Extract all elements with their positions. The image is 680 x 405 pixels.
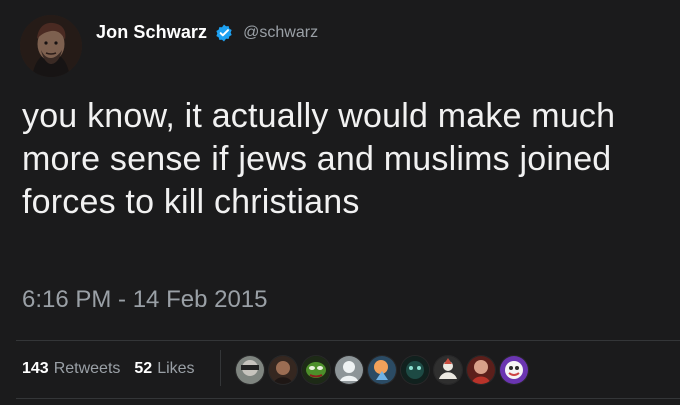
liker-avatar[interactable] [368, 356, 396, 384]
likes-label: Likes [157, 360, 195, 377]
likes-count: 52 [134, 360, 153, 377]
liker-avatar[interactable] [434, 356, 462, 384]
retweets-label: Retweets [53, 360, 121, 377]
likes-stat[interactable]: 52 Likes [134, 360, 194, 378]
tweet-timestamp[interactable]: 6:16 PM - 14 Feb 2015 [22, 286, 267, 314]
retweets-count: 143 [22, 360, 49, 377]
likers-avatar-strip [236, 355, 528, 385]
stats-separator [220, 350, 221, 386]
liker-avatar[interactable] [500, 356, 528, 384]
liker-avatar[interactable] [269, 356, 297, 384]
author-avatar[interactable] [20, 15, 82, 77]
engagement-stats: 143 Retweets 52 Likes [22, 360, 195, 378]
verified-badge-icon [214, 23, 234, 43]
author-handle[interactable]: @schwarz [243, 24, 318, 42]
liker-avatar[interactable] [401, 356, 429, 384]
tweet-card: Jon Schwarz @schwarz you know, it actual… [0, 0, 680, 405]
tweet-text: you know, it actually would make much mo… [22, 97, 616, 221]
author-display-name[interactable]: Jon Schwarz [96, 22, 207, 43]
stats-top-divider [16, 340, 680, 341]
retweets-stat[interactable]: 143 Retweets [22, 360, 120, 378]
liker-avatar[interactable] [302, 356, 330, 384]
stats-bottom-divider [16, 398, 680, 399]
liker-avatar[interactable] [467, 356, 495, 384]
author-name-row[interactable]: Jon Schwarz @schwarz [96, 22, 318, 43]
liker-avatar[interactable] [335, 356, 363, 384]
liker-avatar[interactable] [236, 356, 264, 384]
